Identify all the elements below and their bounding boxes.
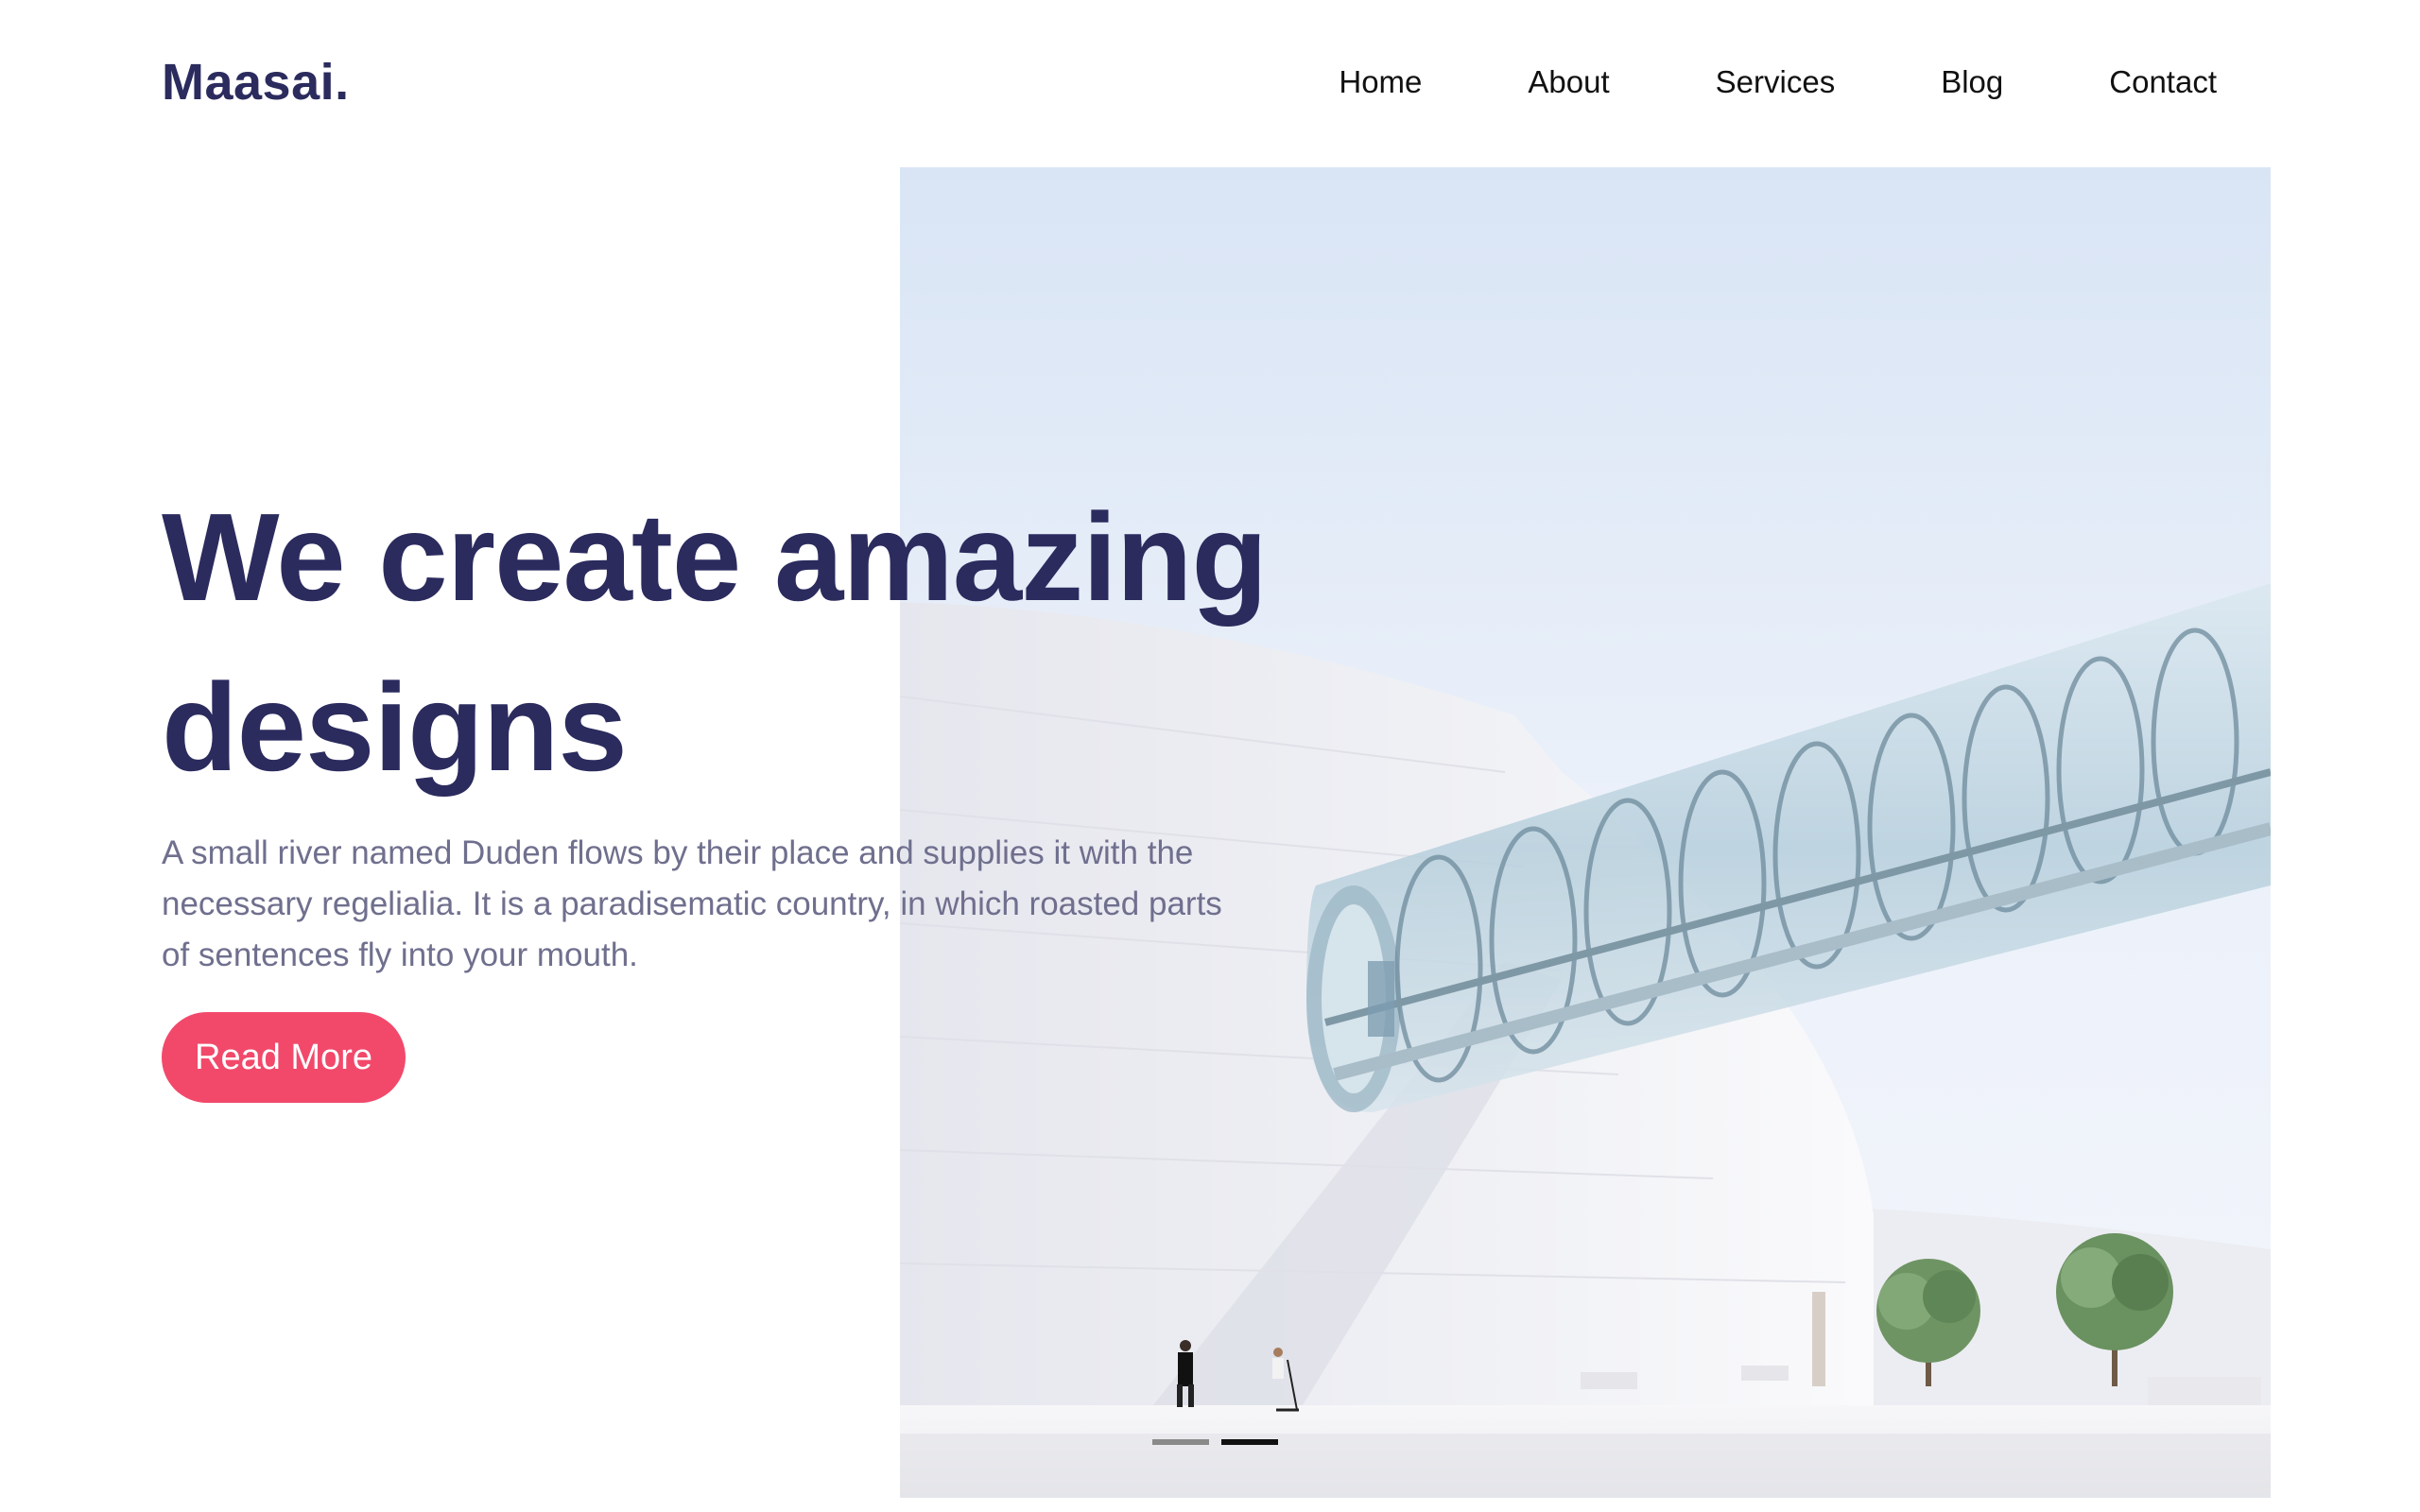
read-more-button[interactable]: Read More	[162, 1012, 406, 1103]
slide-dot-2[interactable]	[1221, 1439, 1278, 1445]
nav-item-home[interactable]: Home	[1339, 64, 1422, 100]
nav-item-about[interactable]: About	[1528, 64, 1609, 100]
page: Maasai. Home About Services Blog Contact	[0, 0, 2420, 1512]
slide-indicator	[1152, 1439, 1278, 1445]
nav-item-blog[interactable]: Blog	[1941, 64, 2003, 100]
hero-headline: We create amazing designs	[162, 488, 1268, 797]
brand-logo[interactable]: Maasai.	[162, 53, 350, 112]
hero-subtext: A small river named Duden flows by their…	[162, 834, 1222, 973]
main-nav: Home About Services Blog Contact	[1233, 64, 2217, 100]
slide-dot-1[interactable]	[1152, 1439, 1209, 1445]
nav-item-contact[interactable]: Contact	[2109, 64, 2217, 100]
nav-item-services[interactable]: Services	[1716, 64, 1836, 100]
